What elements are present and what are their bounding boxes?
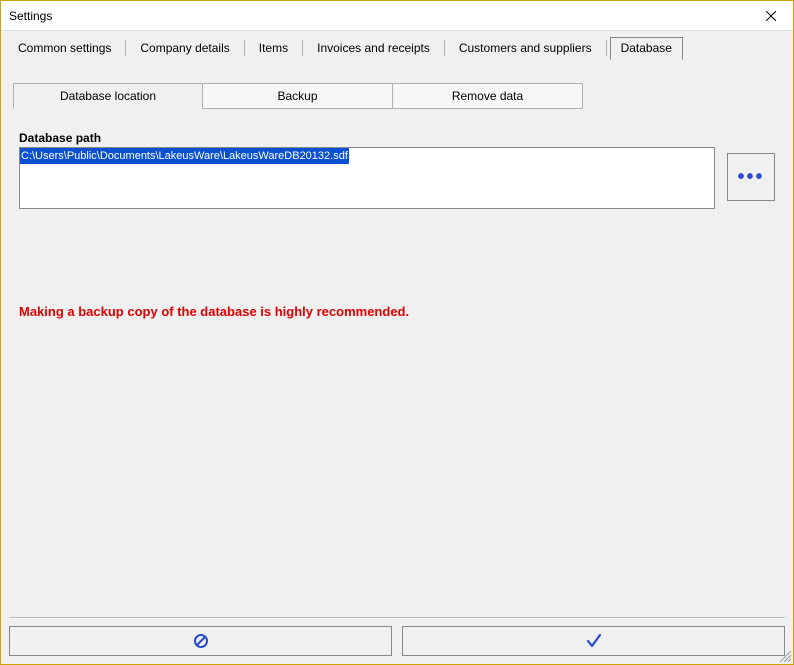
tab-company-details[interactable]: Company details xyxy=(129,37,240,59)
main-tabs: Common settings Company details Items In… xyxy=(1,31,793,57)
sub-tabs: Database location Backup Remove data xyxy=(13,83,781,109)
close-button[interactable] xyxy=(748,1,793,31)
database-path-input[interactable]: C:\Users\Public\Documents\LakeusWare\Lak… xyxy=(19,147,715,209)
close-icon xyxy=(766,11,776,21)
tab-separator xyxy=(244,40,245,56)
browse-button[interactable]: ••• xyxy=(727,153,775,201)
database-path-value: C:\Users\Public\Documents\LakeusWare\Lak… xyxy=(20,148,349,164)
tab-separator xyxy=(302,40,303,56)
subtab-database-location[interactable]: Database location xyxy=(13,83,203,109)
database-path-row: C:\Users\Public\Documents\LakeusWare\Lak… xyxy=(19,147,775,209)
cancel-button[interactable] xyxy=(9,626,392,656)
footer-separator xyxy=(9,617,785,618)
backup-warning: Making a backup copy of the database is … xyxy=(19,304,775,319)
tab-separator xyxy=(606,40,607,56)
cancel-icon xyxy=(193,633,209,649)
tab-content: Database path C:\Users\Public\Documents\… xyxy=(1,109,793,319)
tab-customers-suppliers[interactable]: Customers and suppliers xyxy=(448,37,603,59)
dialog-footer xyxy=(9,617,785,656)
tab-separator xyxy=(125,40,126,56)
footer-buttons xyxy=(9,626,785,656)
ok-button[interactable] xyxy=(402,626,785,656)
ellipsis-icon: ••• xyxy=(737,166,764,189)
titlebar: Settings xyxy=(1,1,793,31)
tab-common-settings[interactable]: Common settings xyxy=(7,37,122,59)
subtab-backup[interactable]: Backup xyxy=(203,83,393,109)
window-title: Settings xyxy=(9,9,748,23)
settings-window: Settings Common settings Company details… xyxy=(0,0,794,665)
check-icon xyxy=(585,632,603,650)
tab-items[interactable]: Items xyxy=(248,37,299,59)
database-path-label: Database path xyxy=(19,131,775,145)
tab-invoices-receipts[interactable]: Invoices and receipts xyxy=(306,37,441,59)
tab-separator xyxy=(444,40,445,56)
resize-grip-icon[interactable] xyxy=(778,649,792,663)
subtab-remove-data[interactable]: Remove data xyxy=(393,83,583,109)
tab-database[interactable]: Database xyxy=(610,37,683,60)
